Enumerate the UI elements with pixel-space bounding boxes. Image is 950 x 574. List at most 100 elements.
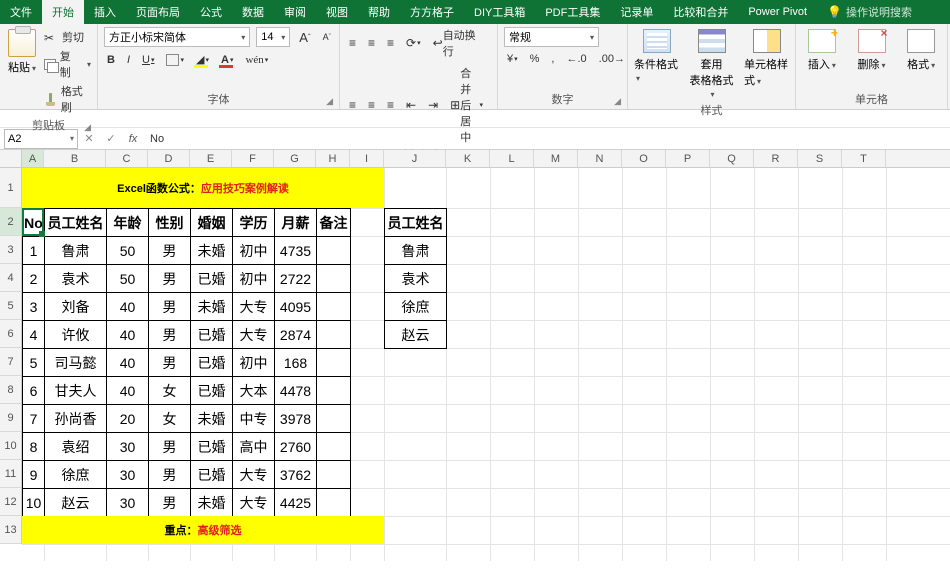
column-header[interactable]: G bbox=[274, 150, 316, 167]
table-cell[interactable]: 50 bbox=[107, 265, 149, 293]
table-cell[interactable]: 40 bbox=[107, 349, 149, 377]
table-cell[interactable]: 袁术 bbox=[385, 265, 447, 293]
delete-cells-button[interactable]: 删除▾ bbox=[852, 29, 892, 72]
ribbon-tab[interactable]: 公式 bbox=[190, 0, 232, 24]
cut-button[interactable]: 剪切 bbox=[44, 29, 91, 45]
confirm-entry-button[interactable]: ✓ bbox=[100, 132, 122, 145]
ribbon-tab[interactable]: 帮助 bbox=[358, 0, 400, 24]
table-cell[interactable]: 大专 bbox=[233, 489, 275, 517]
table-cell[interactable]: 赵云 bbox=[45, 489, 107, 517]
cells-area[interactable]: Excel函数公式：应用技巧案例解读No员工姓名年龄性别婚姻学历月薪备注1鲁肃5… bbox=[22, 168, 950, 544]
font-name-select[interactable]: 方正小标宋简体▾ bbox=[104, 27, 250, 47]
table-cell[interactable]: 赵云 bbox=[385, 321, 447, 349]
insert-cells-button[interactable]: 插入▾ bbox=[802, 29, 842, 72]
column-header[interactable]: L bbox=[490, 150, 534, 167]
table-cell[interactable]: 4478 bbox=[275, 377, 317, 405]
column-header[interactable]: N bbox=[578, 150, 622, 167]
dialog-launcher-icon[interactable]: ◢ bbox=[84, 122, 91, 133]
table-cell[interactable]: 鲁肃 bbox=[385, 237, 447, 265]
table-cell[interactable]: 男 bbox=[149, 293, 191, 321]
table-cell[interactable]: 168 bbox=[275, 349, 317, 377]
table-header[interactable]: No bbox=[23, 209, 45, 237]
increase-decimal-button[interactable]: ←.0 bbox=[563, 53, 589, 65]
table-cell[interactable]: 9 bbox=[23, 461, 45, 489]
table-cell[interactable]: 3762 bbox=[275, 461, 317, 489]
table-cell[interactable]: 徐庶 bbox=[385, 293, 447, 321]
fx-button[interactable]: fx bbox=[122, 133, 144, 145]
format-painter-button[interactable]: 格式刷 bbox=[44, 83, 91, 115]
table-cell[interactable]: 中专 bbox=[233, 405, 275, 433]
row-header[interactable]: 7 bbox=[0, 348, 21, 376]
table-cell[interactable] bbox=[317, 377, 351, 405]
row-header[interactable]: 1 bbox=[0, 168, 21, 208]
table-cell[interactable]: 甘夫人 bbox=[45, 377, 107, 405]
table-cell[interactable]: 徐庶 bbox=[45, 461, 107, 489]
shrink-font-button[interactable]: Aˇ bbox=[320, 32, 334, 42]
column-header[interactable]: D bbox=[148, 150, 190, 167]
dialog-launcher-icon[interactable]: ◢ bbox=[614, 96, 621, 107]
tell-me-search[interactable]: 💡 操作说明搜索 bbox=[827, 0, 912, 24]
column-header[interactable]: J bbox=[384, 150, 446, 167]
ribbon-tab[interactable]: DIY工具箱 bbox=[464, 0, 535, 24]
table-cell[interactable] bbox=[317, 237, 351, 265]
ribbon-tab[interactable]: 开始 bbox=[42, 0, 84, 24]
table-cell[interactable]: 1 bbox=[23, 237, 45, 265]
table-cell[interactable]: 10 bbox=[23, 489, 45, 517]
row-header[interactable]: 12 bbox=[0, 488, 21, 516]
table-cell[interactable]: 未婚 bbox=[191, 489, 233, 517]
table-cell[interactable]: 许攸 bbox=[45, 321, 107, 349]
table-cell[interactable]: 男 bbox=[149, 433, 191, 461]
column-header[interactable]: E bbox=[190, 150, 232, 167]
table-cell[interactable]: 大本 bbox=[233, 377, 275, 405]
table-cell[interactable]: 30 bbox=[107, 433, 149, 461]
align-right-button[interactable]: ≡ bbox=[384, 98, 397, 112]
table-cell[interactable] bbox=[317, 433, 351, 461]
ribbon-tab[interactable]: 插入 bbox=[84, 0, 126, 24]
table-cell[interactable]: 未婚 bbox=[191, 293, 233, 321]
table-cell[interactable]: 未婚 bbox=[191, 405, 233, 433]
table-cell[interactable]: 袁术 bbox=[45, 265, 107, 293]
row-header[interactable]: 8 bbox=[0, 376, 21, 404]
ribbon-tab[interactable]: PDF工具集 bbox=[535, 0, 610, 24]
column-header[interactable]: H bbox=[316, 150, 350, 167]
table-cell[interactable]: 4425 bbox=[275, 489, 317, 517]
table-cell[interactable]: 8 bbox=[23, 433, 45, 461]
ribbon-tab[interactable]: 审阅 bbox=[274, 0, 316, 24]
column-header[interactable]: C bbox=[106, 150, 148, 167]
table-cell[interactable]: 男 bbox=[149, 489, 191, 517]
align-middle-button[interactable]: ≡ bbox=[365, 36, 378, 50]
indent-dec-button[interactable]: ⇤ bbox=[403, 98, 419, 112]
table-cell[interactable]: 男 bbox=[149, 237, 191, 265]
table-cell[interactable]: 袁绍 bbox=[45, 433, 107, 461]
table-cell[interactable]: 高中 bbox=[233, 433, 275, 461]
table-cell[interactable]: 7 bbox=[23, 405, 45, 433]
table-cell[interactable]: 已婚 bbox=[191, 349, 233, 377]
table-cell[interactable]: 大专 bbox=[233, 293, 275, 321]
format-cells-button[interactable]: 格式▾ bbox=[901, 29, 941, 72]
row-header[interactable]: 9 bbox=[0, 404, 21, 432]
table-cell[interactable]: 大专 bbox=[233, 461, 275, 489]
table-cell[interactable]: 男 bbox=[149, 461, 191, 489]
table-cell[interactable]: 大专 bbox=[233, 321, 275, 349]
table-header[interactable]: 员工姓名 bbox=[45, 209, 107, 237]
table-header[interactable]: 学历 bbox=[233, 209, 275, 237]
table-cell[interactable]: 30 bbox=[107, 461, 149, 489]
conditional-formatting-button[interactable]: 条件格式▾ bbox=[634, 29, 679, 100]
select-all-corner[interactable] bbox=[0, 150, 22, 167]
table-cell[interactable]: 男 bbox=[149, 349, 191, 377]
fill-color-button[interactable]: ◢▾ bbox=[193, 53, 212, 66]
row-header[interactable]: 4 bbox=[0, 264, 21, 292]
table-cell[interactable]: 4095 bbox=[275, 293, 317, 321]
column-header[interactable]: B bbox=[44, 150, 106, 167]
font-size-select[interactable]: 14▾ bbox=[256, 27, 290, 47]
column-header[interactable]: I bbox=[350, 150, 384, 167]
align-bottom-button[interactable]: ≡ bbox=[384, 36, 397, 50]
table-cell[interactable]: 30 bbox=[107, 489, 149, 517]
decrease-decimal-button[interactable]: .00→ bbox=[596, 53, 628, 65]
orientation-button[interactable]: ⟳▾ bbox=[403, 36, 424, 50]
cell-styles-button[interactable]: 单元格样式▾ bbox=[744, 29, 789, 100]
underline-button[interactable]: U▾ bbox=[139, 54, 157, 66]
table-cell[interactable]: 4735 bbox=[275, 237, 317, 265]
format-as-table-button[interactable]: 套用 表格格式▾ bbox=[689, 29, 734, 100]
column-header[interactable]: T bbox=[842, 150, 886, 167]
